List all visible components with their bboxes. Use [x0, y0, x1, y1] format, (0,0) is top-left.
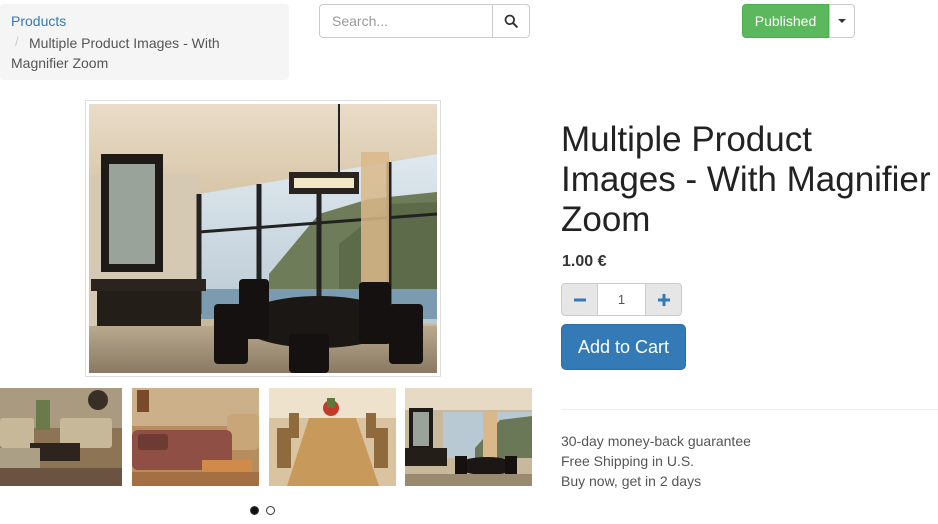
plus-icon: [657, 293, 670, 306]
search-icon: [504, 14, 518, 28]
thumbnail-2[interactable]: [132, 388, 259, 486]
product-price: 1.00 €: [562, 253, 607, 270]
published-button[interactable]: Published: [742, 4, 829, 38]
gallery-page-dot-2[interactable]: [266, 506, 275, 515]
thumbnail-3[interactable]: [269, 388, 396, 486]
section-divider: [561, 409, 938, 410]
benefit-money-back: 30-day money-back guarantee: [561, 433, 751, 449]
breadcrumb-current-page: Multiple Product Images - With Magnifier…: [11, 35, 220, 71]
search-bar: [319, 4, 530, 38]
benefit-free-shipping: Free Shipping in U.S.: [561, 453, 695, 469]
thumbnail-4[interactable]: [405, 388, 532, 486]
caret-down-icon: [838, 19, 846, 23]
publish-dropdown-toggle[interactable]: [829, 4, 855, 38]
search-button[interactable]: [492, 4, 530, 38]
thumbnail-1[interactable]: [0, 388, 122, 486]
benefit-fast-delivery: Buy now, get in 2 days: [561, 473, 702, 489]
gallery-page-dot-1[interactable]: [250, 506, 259, 515]
quantity-decrease-button[interactable]: [561, 283, 598, 316]
search-input[interactable]: [319, 4, 493, 38]
sofa-room-photo: [132, 388, 259, 486]
quantity-input[interactable]: [597, 283, 646, 316]
add-to-cart-button[interactable]: Add to Cart: [561, 324, 686, 370]
minus-icon: [573, 298, 586, 301]
product-main-image[interactable]: [85, 100, 441, 377]
breadcrumb-products-link[interactable]: Products: [11, 13, 66, 29]
dining-room-view-photo: [405, 388, 532, 486]
dining-room-photo: [89, 104, 437, 373]
product-title: Multiple Product Images - With Magnifier…: [561, 120, 931, 239]
quantity-increase-button[interactable]: [645, 283, 682, 316]
dining-table-photo: [269, 388, 396, 486]
living-room-photo: [0, 388, 122, 486]
